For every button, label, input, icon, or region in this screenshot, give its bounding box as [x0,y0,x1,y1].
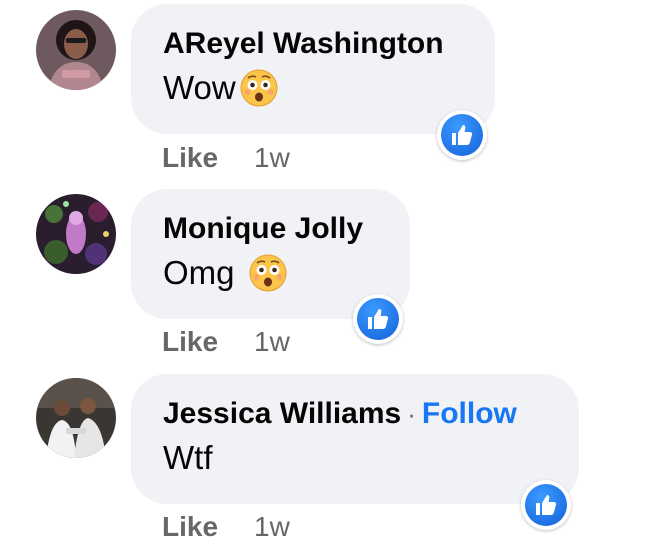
like-button[interactable]: Like [162,142,218,173]
comment-timestamp[interactable]: 1w [254,326,290,357]
comment-bubble: Jessica Williams · Follow Wtf [131,374,579,504]
comment-author[interactable]: Jessica Williams [163,397,401,430]
like-reaction-icon[interactable] [521,480,571,530]
avatar[interactable] [36,194,116,274]
like-reaction-icon[interactable] [437,110,487,160]
comment-text-content: Omg [163,254,235,291]
comment-timestamp[interactable]: 1w [254,142,290,173]
comment-author[interactable]: Monique Jolly [163,211,380,247]
comment-text: Wow [163,66,465,110]
astonished-face-emoji-icon [240,69,278,107]
separator-dot: · [407,399,416,429]
comment-text-content: Wow [163,69,236,106]
comment-text: Wtf [163,436,549,480]
comment-actions: Like 1w [162,325,290,359]
comment-timestamp[interactable]: 1w [254,511,290,542]
comment-author-row: Jessica Williams · Follow [163,396,549,432]
comment-actions: Like 1w [162,510,290,544]
avatar[interactable] [36,378,116,458]
like-button[interactable]: Like [162,326,218,357]
like-reaction-icon[interactable] [353,294,403,344]
follow-button[interactable]: Follow [422,397,517,430]
avatar[interactable] [36,10,116,90]
comment-text: Omg [163,251,380,295]
comment-author[interactable]: AReyel Washington [163,26,465,62]
astonished-face-emoji-icon [249,254,287,292]
comment-text-content: Wtf [163,439,213,476]
like-button[interactable]: Like [162,511,218,542]
comment-actions: Like 1w [162,141,290,175]
comment-bubble: AReyel Washington Wow [131,4,495,134]
